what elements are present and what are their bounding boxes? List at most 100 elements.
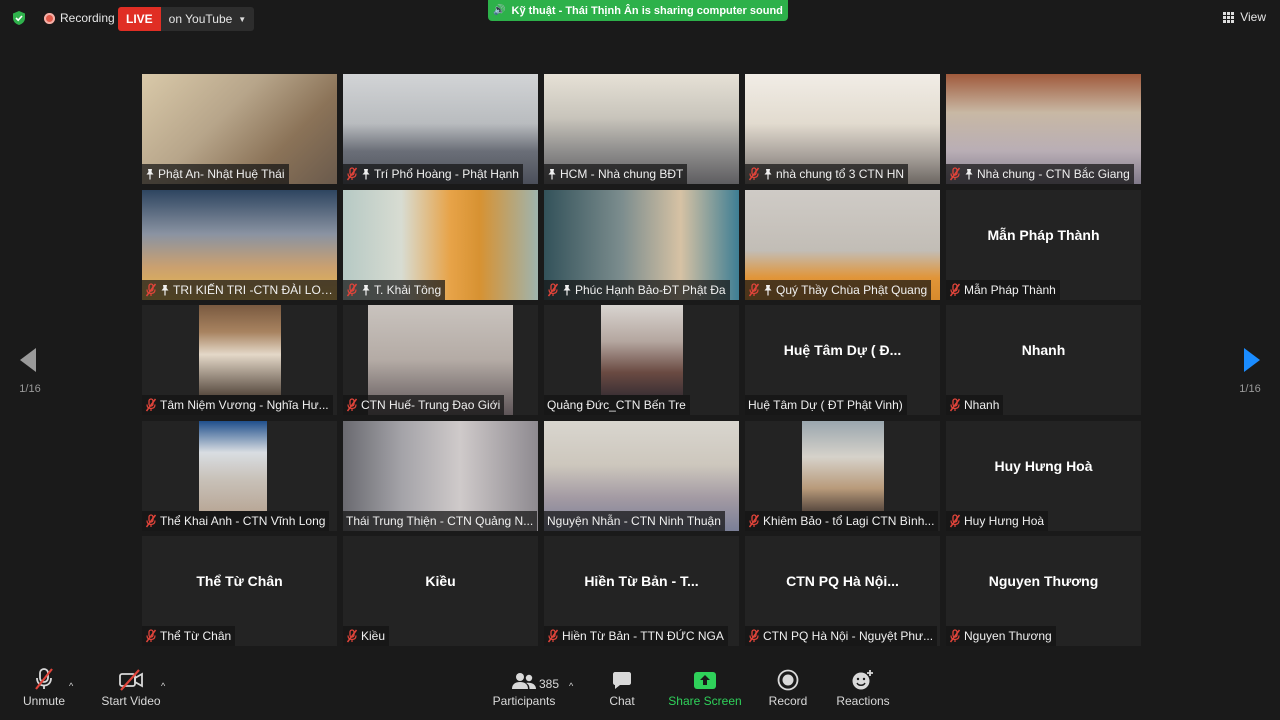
participant-tile[interactable]: Trí Phổ Hoàng - Phật Hạnh [343, 74, 538, 184]
participant-display-name: Mẫn Pháp Thành [987, 226, 1100, 243]
participant-nameplate: Kiều [343, 626, 390, 646]
video-camera-off-icon [119, 669, 143, 691]
participant-nameplate: Khiêm Bảo - tổ Lagi CTN Bình... [745, 510, 939, 531]
participant-video [199, 420, 267, 511]
participant-tile[interactable]: Quảng Đức_CTN Bến Tre [544, 305, 739, 415]
participant-tile[interactable]: Nguyện Nhẫn - CTN Ninh Thuận [544, 420, 739, 531]
mic-muted-icon [547, 629, 559, 643]
participant-name-label: Nguyen Thương [964, 629, 1052, 643]
pin-icon [764, 169, 772, 180]
mic-muted-icon [949, 398, 961, 412]
participant-nameplate: Nguyen Thương [946, 626, 1056, 646]
next-page-button[interactable]: 1/16 [1230, 345, 1270, 405]
participant-video [802, 420, 884, 511]
speaker-icon: 🔊 [493, 5, 506, 16]
start-video-button[interactable]: Start Video [100, 664, 162, 720]
participants-options-caret-icon[interactable]: ^ [569, 681, 573, 691]
participant-tile[interactable]: Quý Thầy Chùa Phật Quang [745, 189, 940, 300]
record-dot-icon [44, 12, 55, 24]
participant-tile[interactable]: Huy Hưng Hoà Huy Hưng Hoà [946, 420, 1141, 531]
record-button[interactable]: Record [768, 664, 808, 720]
participant-nameplate: Quý Thầy Chùa Phật Quang [745, 279, 932, 300]
participant-nameplate: Huệ Tâm Dự ( ĐT Phật Vinh) [745, 395, 907, 415]
pin-icon [563, 284, 571, 295]
pin-icon [146, 169, 154, 180]
participant-display-name: Hiền Từ Bản - T... [584, 573, 699, 589]
mic-muted-icon [949, 513, 961, 527]
unmute-button[interactable]: Unmute [20, 664, 68, 720]
sharing-sound-banner: 🔊 Kỹ thuật - Thái Thịnh Ân is sharing co… [488, 0, 788, 21]
participant-name-label: Tâm Niệm Vương - Nghĩa Hư... [160, 398, 329, 412]
participant-tile[interactable]: nhà chung tổ 3 CTN HN [745, 74, 940, 184]
participant-tile[interactable]: Tâm Niệm Vương - Nghĩa Hư... [142, 305, 337, 415]
reactions-button[interactable]: Reactions [836, 664, 890, 720]
microphone-muted-icon [35, 668, 53, 690]
audio-options-caret-icon[interactable]: ^ [69, 681, 73, 691]
video-options-caret-icon[interactable]: ^ [161, 681, 165, 691]
participant-tile[interactable]: Hiền Từ Bản - T... Hiền Từ Bản - TTN ĐỨC … [544, 536, 739, 646]
top-bar: Recording LIVE on YouTube ▼ 🔊 Kỹ thuật -… [0, 0, 1280, 36]
participant-name-label: Trí Phổ Hoàng - Phật Hạnh [374, 167, 519, 181]
share-screen-label: Share Screen [668, 694, 742, 708]
participant-nameplate: T. Khải Tông [343, 279, 446, 300]
participant-display-name: Huệ Tâm Dự ( Đ... [783, 342, 902, 358]
participant-name-label: Phật An- Nhật Huệ Thái [158, 167, 285, 181]
participant-name-label: Nhà chung - CTN Bắc Giang [977, 167, 1130, 181]
view-label: View [1240, 10, 1266, 24]
participant-tile[interactable]: HCM - Nhà chung BĐT [544, 74, 739, 184]
participant-nameplate: Huy Hưng Hoà [946, 510, 1049, 531]
participant-tile[interactable]: TRI KIẾN TRI -CTN ĐÀI LOAN [142, 189, 337, 300]
mic-muted-icon [145, 629, 157, 643]
participant-name-label: T. Khải Tông [374, 282, 442, 297]
pin-icon [965, 169, 973, 180]
previous-page-button[interactable]: 1/16 [10, 345, 50, 405]
participant-nameplate: Phúc Hạnh Bảo-ĐT Phật Đa [544, 279, 730, 300]
mic-muted-icon [346, 282, 358, 296]
participants-count: 385 [539, 677, 560, 691]
participant-tile[interactable]: Mẫn Pháp Thành Mẫn Pháp Thành [946, 189, 1141, 300]
chat-button[interactable]: Chat [604, 664, 640, 720]
participant-nameplate: TRI KIẾN TRI -CTN ĐÀI LOAN [142, 279, 337, 300]
arrow-right-icon [1244, 348, 1260, 372]
mic-muted-icon [145, 282, 157, 296]
participant-tile[interactable]: Thể Khai Anh - CTN Vĩnh Long [142, 420, 337, 531]
pin-icon [362, 284, 370, 295]
participant-nameplate: Mẫn Pháp Thành [946, 279, 1060, 300]
participant-tile[interactable]: Nhanh Nhanh [946, 305, 1141, 415]
participant-tile[interactable]: CTN Huế- Trung Đạo Giới [343, 305, 538, 415]
participant-nameplate: Nhà chung - CTN Bắc Giang [946, 164, 1134, 184]
start-video-label: Start Video [101, 694, 161, 708]
participant-tile[interactable]: Phật An- Nhật Huệ Thái [142, 74, 337, 184]
participant-tile[interactable]: Thể Từ Chân Thể Từ Chân [142, 536, 337, 646]
participant-nameplate: Nhanh [946, 395, 1004, 415]
participants-button[interactable]: Participants [492, 664, 556, 720]
participant-tile[interactable]: Huệ Tâm Dự ( Đ... Huệ Tâm Dự ( ĐT Phật Vi… [745, 305, 940, 415]
participant-tile[interactable]: Kiều Kiều [343, 536, 538, 646]
mic-muted-icon [748, 629, 760, 643]
participant-tile[interactable]: Thái Trung Thiện - CTN Quảng N... [343, 420, 538, 531]
participant-name-label: Quý Thầy Chùa Phật Quang [776, 282, 928, 297]
participant-name-label: Quảng Đức_CTN Bến Tre [547, 398, 686, 412]
participant-name-label: Hiền Từ Bản - TTN ĐỨC NGA [562, 629, 724, 643]
participant-name-label: Phúc Hạnh Bảo-ĐT Phật Đa [575, 282, 726, 297]
recording-indicator[interactable]: Recording [44, 9, 115, 27]
participant-tile[interactable]: Phúc Hạnh Bảo-ĐT Phật Đa [544, 189, 739, 300]
gallery-view: Phật An- Nhật Huệ Thái Trí Phổ Hoàng - Ph… [142, 74, 1141, 646]
security-shield-icon[interactable] [11, 10, 27, 26]
view-button[interactable]: View [1223, 10, 1266, 24]
participant-nameplate: Thái Trung Thiện - CTN Quảng N... [343, 510, 538, 531]
participant-display-name: CTN PQ Hà Nội... [786, 573, 899, 589]
mic-muted-icon [748, 282, 760, 296]
participant-tile[interactable]: Nhà chung - CTN Bắc Giang [946, 74, 1141, 184]
participant-tile[interactable]: Khiêm Bảo - tổ Lagi CTN Bình... [745, 420, 940, 531]
participant-tile[interactable]: Nguyen Thương Nguyen Thương [946, 536, 1141, 646]
unmute-label: Unmute [22, 694, 66, 708]
live-platform-dropdown[interactable]: on YouTube ▼ [160, 7, 255, 31]
participant-tile[interactable]: CTN PQ Hà Nội... CTN PQ Hà Nội - Nguyệt P… [745, 536, 940, 646]
participant-nameplate: Hiền Từ Bản - TTN ĐỨC NGA [544, 626, 728, 646]
live-stream-button[interactable]: LIVE on YouTube ▼ [118, 7, 255, 31]
record-label: Record [768, 694, 808, 708]
participant-tile[interactable]: T. Khải Tông [343, 189, 538, 300]
recording-label: Recording [60, 11, 115, 25]
share-screen-button[interactable]: Share Screen [668, 664, 742, 720]
